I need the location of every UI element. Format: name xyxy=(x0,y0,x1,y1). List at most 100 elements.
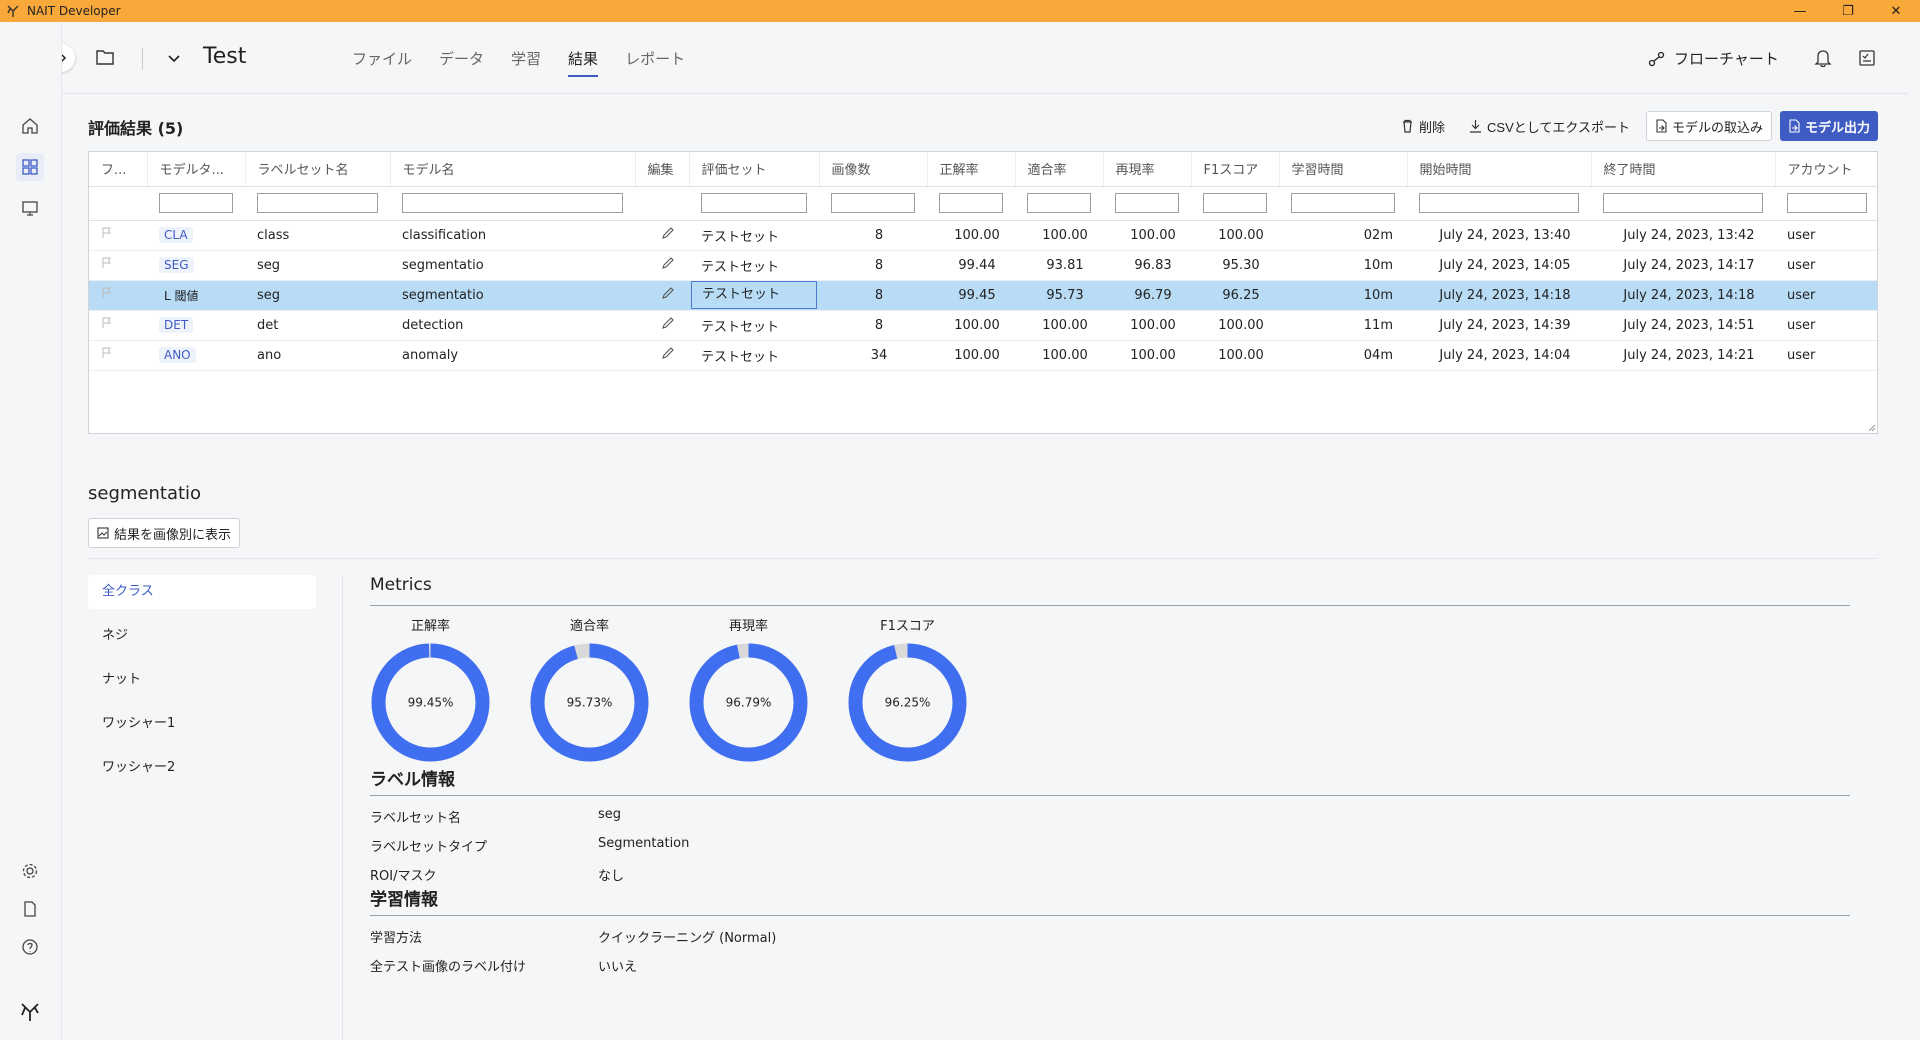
filter-input-train-time[interactable] xyxy=(1291,193,1395,213)
close-button[interactable]: ✕ xyxy=(1872,0,1920,22)
delete-button[interactable]: 削除 xyxy=(1393,111,1453,141)
eval-set-value[interactable]: テストセット xyxy=(701,320,779,335)
settings-icon[interactable] xyxy=(16,857,44,885)
resize-grip-icon[interactable] xyxy=(1866,422,1876,432)
class-item-nut[interactable]: ナット xyxy=(88,663,316,697)
checklist-icon[interactable] xyxy=(1858,49,1876,71)
recall-cell: 100.00 xyxy=(1103,220,1191,251)
col-recall[interactable]: 再現率 xyxy=(1103,152,1192,187)
class-item-washer2[interactable]: ワッシャー2 xyxy=(88,751,316,785)
end-time-cell: July 24, 2023, 14:51 xyxy=(1591,310,1775,341)
flag-icon[interactable] xyxy=(101,347,112,359)
col-model-type[interactable]: モデルタ... xyxy=(147,152,246,187)
restore-button[interactable]: ❐ xyxy=(1824,0,1872,22)
model-type-tag: CLA xyxy=(159,226,193,243)
tab-results[interactable]: 結果 xyxy=(568,48,599,77)
donut-value-text: 96.79% xyxy=(726,696,772,710)
monitor-icon[interactable] xyxy=(16,194,44,222)
precision-cell: 93.81 xyxy=(1015,250,1103,281)
download-icon xyxy=(1470,120,1482,133)
filter-input-start-time[interactable] xyxy=(1419,193,1579,213)
table-row[interactable]: CLA class classification テストセット 8 100.00 100.0… xyxy=(89,220,1877,251)
table-row[interactable]: ANO ano anomaly テストセット 34 100.00 100.00 100.00 1… xyxy=(89,340,1877,371)
col-f1[interactable]: F1スコア xyxy=(1191,152,1280,187)
donut-chart: 99.45% xyxy=(371,643,490,762)
show-by-image-button[interactable]: 結果を画像別に表示 xyxy=(88,518,241,548)
col-labelset[interactable]: ラベルセット名 xyxy=(245,152,391,187)
export-model-button[interactable]: モデル出力 xyxy=(1779,111,1878,141)
tab-report[interactable]: レポート xyxy=(625,48,685,77)
folder-icon[interactable] xyxy=(95,48,115,70)
pencil-icon[interactable] xyxy=(660,345,676,361)
filter-input-f1[interactable] xyxy=(1203,193,1267,213)
start-time-cell: July 24, 2023, 13:40 xyxy=(1407,220,1591,251)
col-eval-set[interactable]: 評価セット xyxy=(689,152,820,187)
col-start-time[interactable]: 開始時間 xyxy=(1407,152,1592,187)
col-accuracy[interactable]: 正解率 xyxy=(927,152,1016,187)
eval-set-value[interactable]: テストセット xyxy=(691,281,817,309)
pencil-icon[interactable] xyxy=(660,225,676,241)
eval-set-value[interactable]: テストセット xyxy=(701,230,779,245)
train-time-cell: 02m xyxy=(1279,220,1407,251)
col-edit[interactable]: 編集 xyxy=(635,152,690,187)
col-train-time[interactable]: 学習時間 xyxy=(1279,152,1408,187)
label-info-value: seg xyxy=(598,807,622,822)
export-csv-button[interactable]: CSVとしてエクスポート xyxy=(1461,111,1638,141)
flowchart-button[interactable]: フローチャート xyxy=(1648,48,1779,69)
model-type-tag: SEG xyxy=(159,256,194,273)
grid-header-row: フ... モデルタ... ラベルセット名 モデル名 編集 評価セット 画像数 正… xyxy=(89,152,1877,187)
col-image-count[interactable]: 画像数 xyxy=(819,152,928,187)
tab-training[interactable]: 学習 xyxy=(511,48,541,77)
col-end-time[interactable]: 終了時間 xyxy=(1591,152,1776,187)
eval-set-value[interactable]: テストセット xyxy=(701,260,779,275)
class-item-screw[interactable]: ネジ xyxy=(88,619,316,653)
minimize-button[interactable]: — xyxy=(1776,0,1824,22)
import-model-button[interactable]: モデルの取込み xyxy=(1645,111,1772,141)
bell-icon[interactable] xyxy=(1814,48,1832,72)
pencil-icon[interactable] xyxy=(660,315,676,331)
filter-input-model-type[interactable] xyxy=(159,193,233,213)
document-icon[interactable] xyxy=(16,895,44,923)
table-row[interactable]: DET det detection テストセット 8 100.00 100.00 100.00… xyxy=(89,310,1877,341)
pencil-icon[interactable] xyxy=(660,285,676,301)
model-name-cell: segmentatio xyxy=(390,250,635,281)
tab-file[interactable]: ファイル xyxy=(352,48,412,77)
dashboard-icon[interactable] xyxy=(16,153,44,181)
help-icon[interactable] xyxy=(16,933,44,961)
eval-set-value[interactable]: テストセット xyxy=(701,350,779,365)
col-precision[interactable]: 適合率 xyxy=(1015,152,1104,187)
label-info-value: Segmentation xyxy=(598,836,690,851)
trash-icon xyxy=(1403,119,1412,133)
eval-set-cell: テストセット xyxy=(689,340,819,371)
app-header: Test ファイル データ 学習 結果 レポート フローチャート xyxy=(0,22,1908,94)
chevron-down-icon[interactable] xyxy=(166,50,182,70)
f1-cell: 100.00 xyxy=(1191,310,1279,341)
filter-input-account[interactable] xyxy=(1787,193,1867,213)
filter-input-labelset[interactable] xyxy=(257,193,378,213)
metric-donut: 適合率 95.73% xyxy=(529,615,650,767)
filter-input-model-name[interactable] xyxy=(402,193,623,213)
flag-icon[interactable] xyxy=(101,227,112,239)
flag-icon[interactable] xyxy=(101,287,112,299)
filter-input-recall[interactable] xyxy=(1115,193,1179,213)
class-item-all[interactable]: 全クラス xyxy=(88,575,316,609)
col-flag[interactable]: フ... xyxy=(89,152,148,187)
image-count-cell: 8 xyxy=(819,250,927,281)
filter-input-end-time[interactable] xyxy=(1603,193,1763,213)
class-item-washer1[interactable]: ワッシャー1 xyxy=(88,707,316,741)
flag-icon[interactable] xyxy=(101,257,112,269)
flag-icon[interactable] xyxy=(101,317,112,329)
table-row[interactable]: L 閾値 seg segmentatio テストセット 8 99.45 95.73 96.79… xyxy=(89,280,1877,311)
filter-input-eval-set[interactable] xyxy=(701,193,807,213)
filter-input-image-count[interactable] xyxy=(831,193,915,213)
pencil-icon[interactable] xyxy=(660,255,676,271)
filter-input-precision[interactable] xyxy=(1027,193,1091,213)
filter-cell-edit xyxy=(635,186,689,221)
col-account[interactable]: アカウント xyxy=(1775,152,1877,187)
col-model-name[interactable]: モデル名 xyxy=(390,152,636,187)
home-icon[interactable] xyxy=(16,112,44,140)
filter-input-accuracy[interactable] xyxy=(939,193,1003,213)
end-time-cell: July 24, 2023, 13:42 xyxy=(1591,220,1775,251)
table-row[interactable]: SEG seg segmentatio テストセット 8 99.44 93.81 96.83 9… xyxy=(89,250,1877,281)
tab-data[interactable]: データ xyxy=(439,48,484,77)
